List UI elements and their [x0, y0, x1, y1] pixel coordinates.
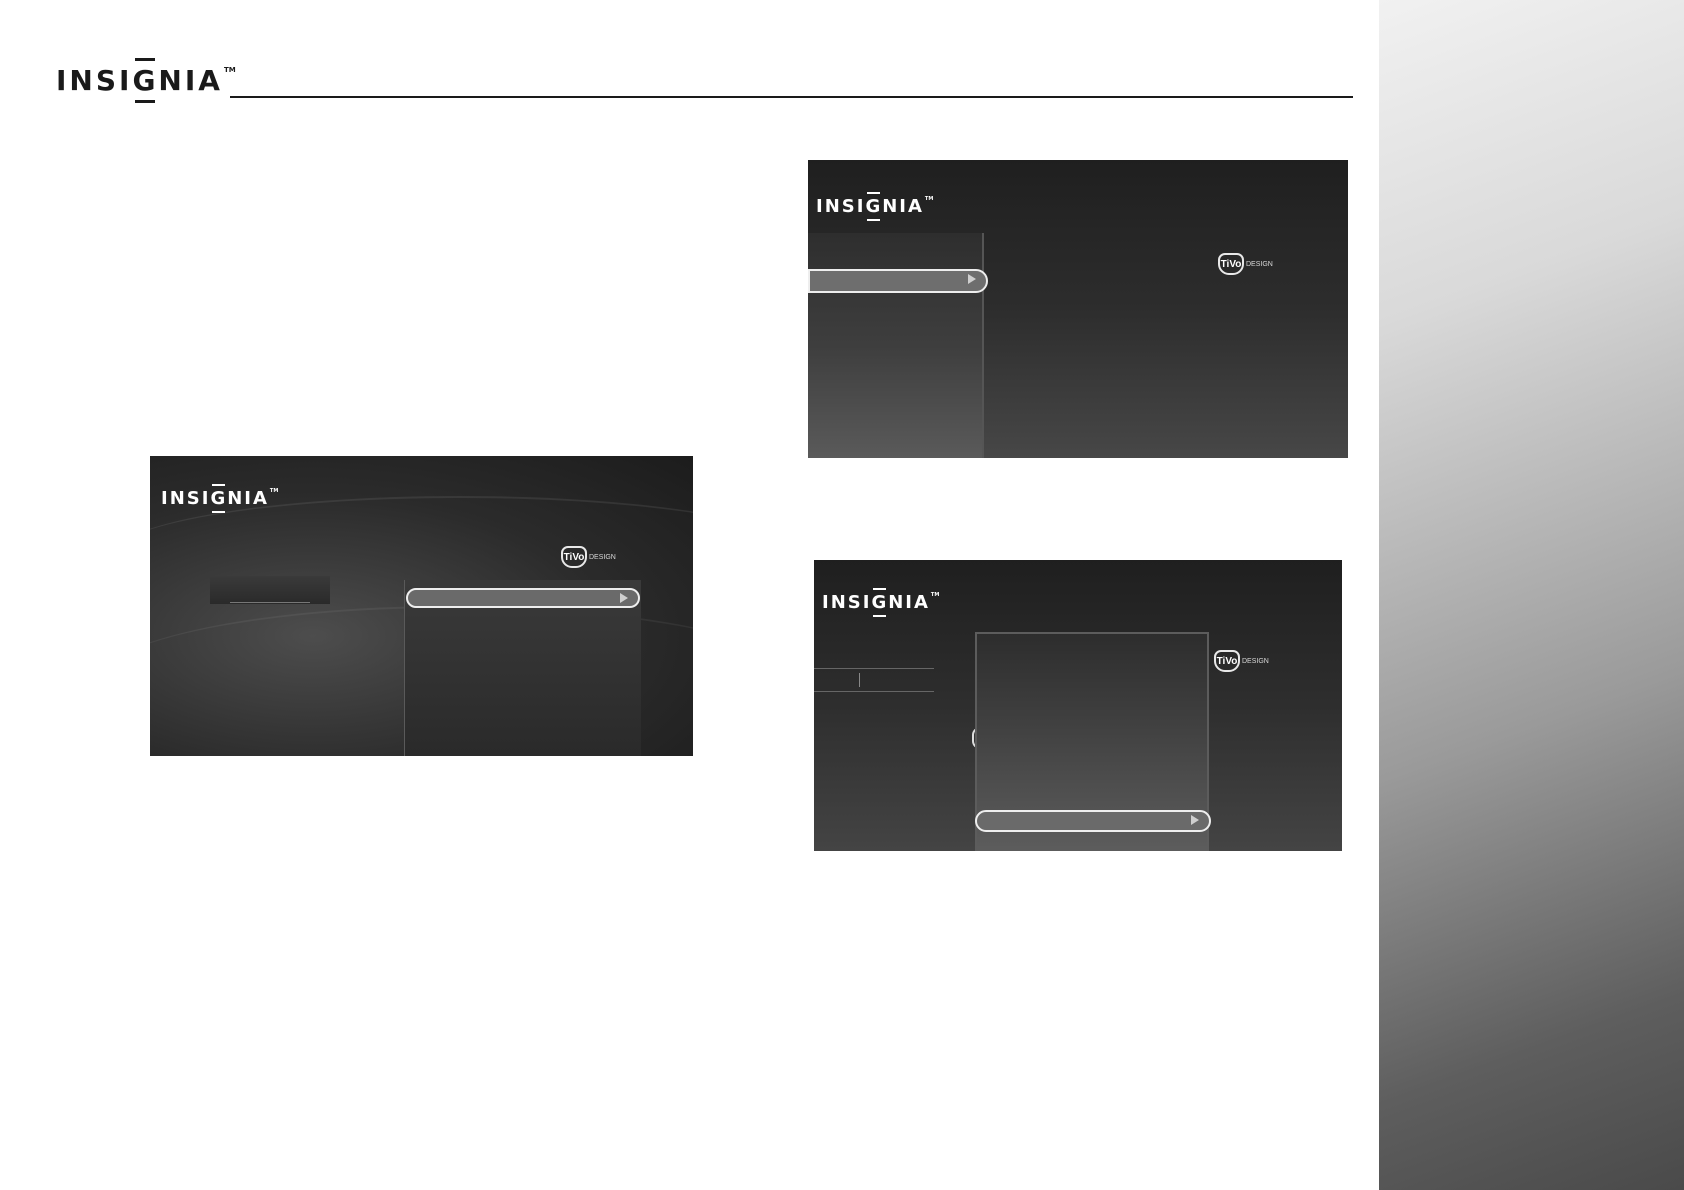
dialog-highlight-item[interactable]: [975, 810, 1211, 832]
sidebar-menu: [808, 233, 984, 458]
left-menu-box: [210, 576, 330, 604]
tivo-icon: TiVo: [1218, 253, 1244, 275]
screenshot-dialog-c: INSI G NIA TM TiVo DESIGN: [814, 560, 1342, 851]
arrow-right-icon: [1191, 815, 1199, 825]
left-menu-divider: [230, 602, 310, 603]
side-tab-gradient: [1379, 0, 1684, 1190]
header-rule: [230, 96, 1353, 98]
tivo-icon: TiVo: [561, 546, 587, 568]
strip-divider: [859, 673, 860, 687]
screenshot-menu-a: INSI G NIA TM TiVo DESIGN: [150, 456, 693, 756]
tivo-logo: TiVo DESIGN: [1214, 650, 1269, 672]
left-menu-strip: [814, 668, 934, 692]
tivo-logo: TiVo DESIGN: [1218, 253, 1273, 275]
insignia-logo: INSI G NIA TM: [56, 58, 236, 103]
tivo-icon: TiVo: [1214, 650, 1240, 672]
trademark-mark: TM: [223, 66, 236, 74]
arrow-right-icon: [968, 274, 976, 284]
arrow-right-icon: [620, 593, 628, 603]
screenshot-menu-b: INSI G NIA TM TiVo DESIGN: [808, 160, 1348, 458]
menu-highlight-item[interactable]: [406, 588, 640, 608]
tivo-logo: TiVo DESIGN: [561, 546, 616, 568]
insignia-logo: INSI G NIA TM: [822, 588, 940, 617]
insignia-logo: INSI G NIA TM: [161, 484, 279, 513]
insignia-logo: INSI G NIA TM: [816, 192, 934, 221]
menu-highlight-item[interactable]: [808, 269, 988, 293]
